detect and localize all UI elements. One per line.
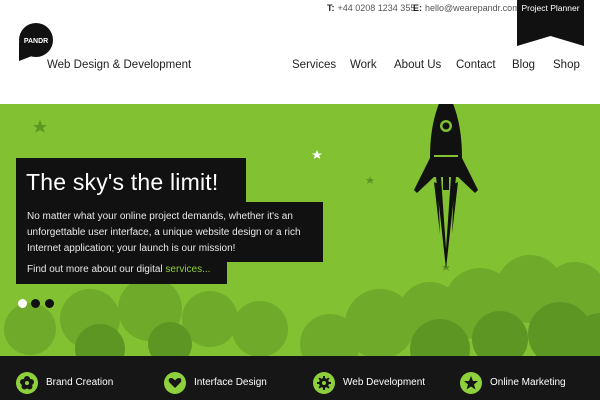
- slide-dot-1[interactable]: [18, 299, 27, 308]
- hero-body-text: No matter what your online project deman…: [27, 211, 301, 254]
- logo-text: PANDR: [24, 38, 48, 45]
- nav-blog[interactable]: Blog: [512, 59, 535, 71]
- rocket-window-icon: [440, 120, 452, 132]
- white-star: [312, 150, 322, 159]
- nav-about-us[interactable]: About Us: [394, 59, 441, 71]
- services-link[interactable]: services...: [165, 264, 210, 275]
- phone-contact: T: +44 0208 1234 355: [327, 3, 415, 13]
- hero-headline: The sky's the limit!: [26, 169, 219, 195]
- rocket-stripe: [434, 155, 458, 157]
- slide-dot-2[interactable]: [31, 299, 40, 308]
- service-label: Online Marketing: [490, 377, 566, 388]
- phone-label: T:: [327, 3, 335, 13]
- nav-contact[interactable]: Contact: [456, 59, 496, 71]
- hero-cta: Find out more about our digital services…: [27, 264, 210, 275]
- flower-icon: [16, 372, 38, 394]
- header: T: +44 0208 1234 355 E: hello@wearepandr.c…: [0, 0, 600, 104]
- gear-icon: [313, 372, 335, 394]
- nav-shop[interactable]: Shop: [553, 59, 580, 71]
- email-contact: E: hello@wearepandr.com: [413, 3, 520, 13]
- nav-services[interactable]: Services: [292, 59, 336, 71]
- service-label: Web Development: [343, 377, 426, 388]
- pandr-logo[interactable]: PANDR: [16, 22, 56, 62]
- email-label: E:: [413, 3, 422, 13]
- email-address[interactable]: hello@wearepandr.com: [425, 3, 520, 13]
- phone-number[interactable]: +44 0208 1234 355: [338, 3, 416, 13]
- logo-bubble-icon: PANDR: [19, 23, 53, 61]
- star-icon: [460, 372, 482, 394]
- service-label: Interface Design: [194, 377, 267, 388]
- tagline: Web Design & Development: [47, 59, 192, 71]
- project-planner-button[interactable]: Project Planner: [517, 0, 584, 46]
- ribbon-tail-icon: [517, 34, 584, 46]
- heart-icon: [164, 372, 186, 394]
- project-planner-label: Project Planner: [521, 3, 580, 13]
- cta-text: Find out more about our digital: [27, 264, 166, 275]
- nav-work[interactable]: Work: [350, 59, 377, 71]
- service-label: Brand Creation: [46, 377, 114, 388]
- slide-dot-3[interactable]: [45, 299, 54, 308]
